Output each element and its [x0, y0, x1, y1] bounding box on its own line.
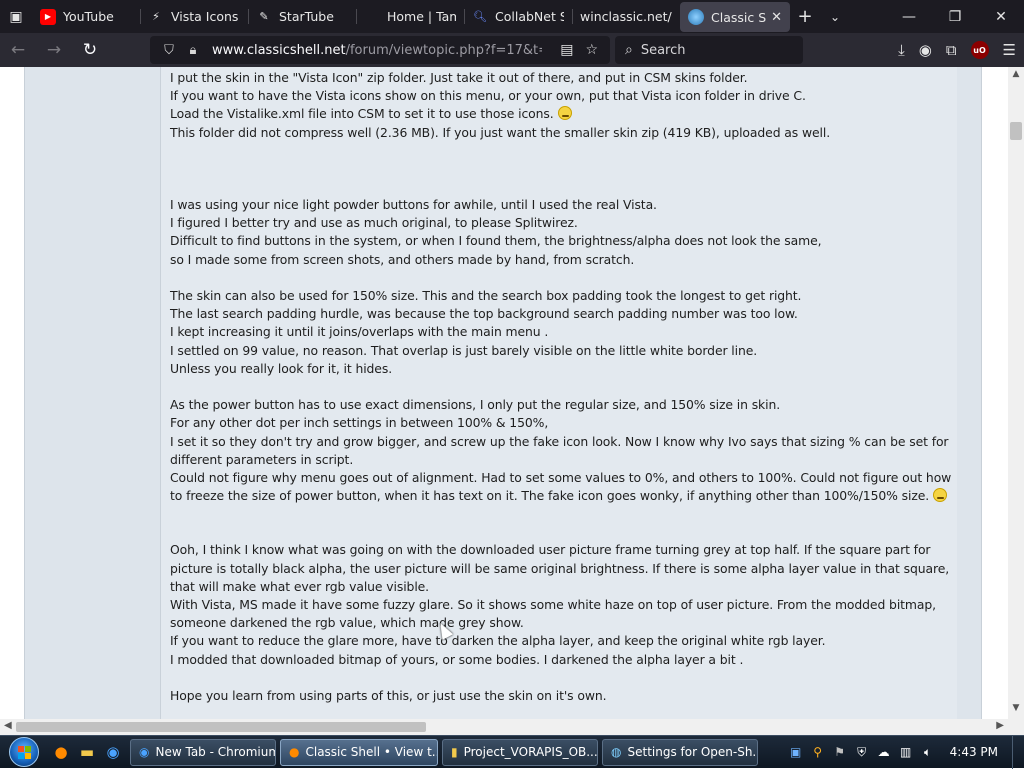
download-icon[interactable]: ⤓ [898, 41, 905, 59]
emoji-icon [557, 106, 572, 121]
chromium-icon: ◉ [139, 745, 150, 759]
reload-button[interactable]: ↻ [72, 35, 108, 65]
system-tray: ▣ ⚲ ⚑ ⛨ ☁ ▥ 🔈︎ 4:43 PM [788, 744, 1012, 760]
chevron-down-icon[interactable]: ⌄ [820, 0, 850, 33]
youtube-icon: ▶ [40, 8, 56, 25]
task-open-shell-settings[interactable]: ◍ Settings for Open-Sh... [602, 738, 758, 766]
tray-network-icon[interactable]: ▥ [898, 744, 914, 760]
explorer-quicklaunch-icon[interactable]: ▬ [76, 741, 98, 763]
scroll-right-icon[interactable]: ▶ [996, 720, 1004, 731]
scroll-down-icon[interactable]: ▼ [1008, 703, 1024, 717]
taskbar: ● ▬ ◉ ◉ New Tab - Chromium ● Classic She… [0, 735, 1024, 769]
firefox-icon: ● [289, 745, 300, 759]
task-folder[interactable]: ▮ Project_VORAPIS_OB... [442, 738, 598, 766]
globe-icon [688, 9, 704, 25]
firefox-quicklaunch-icon[interactable]: ● [50, 741, 72, 763]
close-tab-icon[interactable]: ✕ [771, 10, 782, 25]
tab-vista-icons[interactable]: ⚡ Vista Icons - [140, 0, 248, 33]
tab-classic-shell[interactable]: Classic She ✕ [680, 2, 790, 32]
scroll-up-icon[interactable]: ▲ [1008, 69, 1024, 83]
extensions-icon[interactable]: ⧉ [946, 41, 957, 59]
lightning-icon: ⚡ [152, 10, 160, 23]
tray-cloud-icon[interactable]: ☁ [876, 744, 892, 760]
page-icon [364, 9, 380, 25]
tab-bar: ▣ ▶ YouTube ⚡ Vista Icons - ✎ StarTube H… [0, 0, 1024, 33]
search-icon: ⌕ [625, 42, 633, 58]
menu-icon[interactable]: ☰ [1003, 41, 1016, 59]
horizontal-scroll-thumb[interactable] [16, 722, 426, 732]
tab-collabnet[interactable]: 🔍︎ CollabNet Se [464, 0, 572, 33]
tab-youtube[interactable]: ▶ YouTube [32, 0, 140, 33]
new-tab-button[interactable]: + [790, 0, 820, 33]
close-window-button[interactable]: ✕ [978, 0, 1024, 33]
ublock-icon[interactable]: uO [970, 41, 989, 59]
tab-startube[interactable]: ✎ StarTube [248, 0, 356, 33]
restore-button[interactable]: ❐ [932, 0, 978, 33]
task-firefox[interactable]: ● Classic Shell • View t... [280, 738, 438, 766]
tab-winclassic[interactable]: winclassic.net/th [572, 0, 680, 33]
minimize-button[interactable]: — [886, 0, 932, 33]
tab-home-tamp[interactable]: Home | Tamp [356, 0, 464, 33]
show-desktop-button[interactable] [1012, 735, 1024, 769]
window-controls: — ❐ ✕ [886, 0, 1024, 33]
tray-security-icon[interactable]: ⛨ [854, 744, 870, 760]
lock-icon[interactable]: 🔒︎ [184, 43, 202, 58]
tab-overview-icon[interactable]: ▣ [0, 0, 32, 33]
tray-app-icon[interactable]: ▣ [788, 744, 804, 760]
search-icon: 🔍︎ [473, 10, 487, 23]
url-text[interactable]: www.classicshell.net/forum/viewtopic.php… [212, 43, 542, 58]
clock[interactable]: 4:43 PM [950, 745, 998, 759]
vertical-scroll-thumb[interactable] [1010, 122, 1022, 140]
search-placeholder: Search [640, 42, 686, 58]
account-icon[interactable]: ◉ [919, 41, 932, 59]
startube-icon: ✎ [259, 10, 269, 23]
forward-button[interactable]: → [36, 35, 72, 65]
bookmark-star-icon[interactable]: ☆ [585, 42, 598, 58]
folder-icon: ▮ [451, 745, 458, 759]
post-text: I put the skin in the "Vista Icon" zip f… [170, 70, 952, 704]
navigation-bar: ← → ↻ ⛉ 🔒︎ www.classicshell.net/forum/vi… [0, 33, 1024, 67]
url-bar[interactable]: ⛉ 🔒︎ www.classicshell.net/forum/viewtopi… [150, 36, 610, 64]
vertical-scrollbar[interactable]: ▲ ▼ [1008, 67, 1024, 719]
chromium-quicklaunch-icon[interactable]: ◉ [102, 741, 124, 763]
shell-icon: ◍ [611, 745, 622, 759]
search-box[interactable]: ⌕ Search [615, 36, 803, 64]
windows-orb-icon [9, 737, 39, 767]
emoji-icon [933, 488, 948, 503]
tray-volume-icon[interactable]: 🔈︎ [920, 744, 936, 760]
tray-flag-icon[interactable]: ⚑ [832, 744, 848, 760]
tray-search-icon[interactable]: ⚲ [810, 744, 826, 760]
start-button[interactable] [0, 736, 48, 769]
scroll-left-icon[interactable]: ◀ [4, 720, 12, 731]
scrollbar-corner [1008, 719, 1024, 735]
web-page: I put the skin in the "Vista Icon" zip f… [0, 67, 1008, 719]
horizontal-scrollbar[interactable]: ◀ ▶ [0, 719, 1008, 735]
shield-icon[interactable]: ⛉ [160, 43, 178, 58]
task-chromium[interactable]: ◉ New Tab - Chromium [130, 738, 276, 766]
reader-view-icon[interactable]: ▤ [560, 42, 573, 58]
back-button[interactable]: ← [0, 35, 36, 65]
